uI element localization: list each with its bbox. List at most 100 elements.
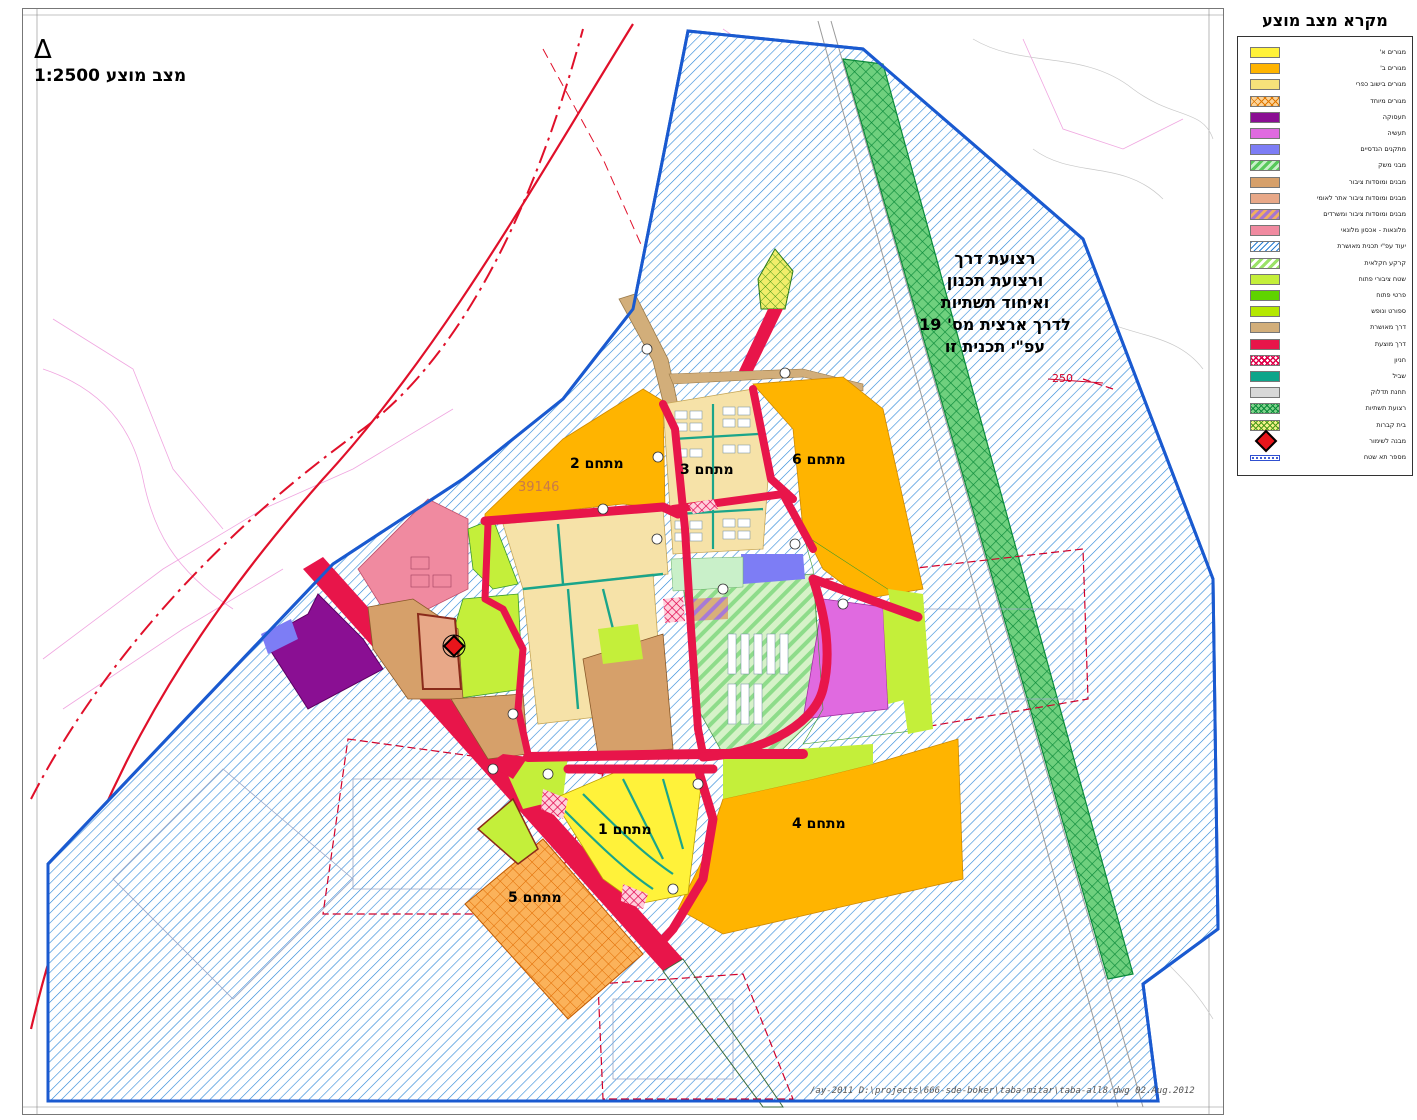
legend-swatch: [1250, 111, 1280, 123]
area-3-label: מתחם 3: [680, 462, 734, 478]
legend-swatch: [1250, 436, 1280, 447]
legend-swatch: [1250, 128, 1280, 139]
legend-swatch: [1250, 387, 1280, 399]
legend-label: מבנים ומוסדות ציבור: [1349, 177, 1406, 186]
legend-swatch: [1250, 322, 1280, 334]
legend-swatch: [1250, 455, 1280, 461]
road-marker-label: 250: [1052, 372, 1073, 385]
legend-swatch: [1250, 209, 1280, 220]
legend-title: מקרא מצב מוצע: [1262, 11, 1388, 30]
road-note-line: עפ"י תכנית זו: [944, 337, 1046, 356]
legend-swatch: [1250, 160, 1280, 172]
map-frame[interactable]: [22, 8, 1224, 1115]
legend-item: מספר תא שטח: [1238, 450, 1412, 466]
legend-label: פרטי פתוח: [1376, 291, 1406, 299]
area-4-label: מתחם 4: [792, 816, 846, 832]
area-5-label: מתחם 5: [508, 890, 562, 906]
map-canvas[interactable]: [23, 9, 1223, 1114]
legend-swatch: [1250, 257, 1280, 269]
road-note-line: ואיחוד תשתיות: [940, 293, 1050, 312]
legend-swatch: [1250, 225, 1280, 237]
legend-label: תעשיה: [1387, 129, 1406, 137]
legend-item: ספורט ונופש: [1238, 304, 1412, 320]
legend-item: רצועת תשתיות: [1238, 401, 1412, 417]
drawing-file-path: /ay-2011 D:\projects\666-sde-boker\taba-…: [810, 1086, 1195, 1096]
legend-swatch: [1250, 176, 1280, 188]
legend-swatch: [1250, 47, 1280, 58]
road-note-line: לדרך ארצית מס' 19: [919, 315, 1071, 334]
legend-label: קרקע חקלאית: [1364, 258, 1406, 267]
legend-label: מגורים בישוב כפרי: [1355, 80, 1406, 89]
open-space-central: [598, 624, 643, 664]
legend-item: מבנים ומוסדות ציבור ומשרדים: [1238, 207, 1412, 223]
legend-label: בית קברות: [1376, 420, 1406, 429]
agricultural-strip: [670, 556, 744, 592]
north-arrow-icon: Δ: [34, 35, 52, 65]
legend-item: שטח ציבורי פתוח: [1238, 272, 1412, 288]
legend-label: מגורים א': [1379, 48, 1407, 56]
legend-item: מגורים ב': [1238, 61, 1412, 77]
area-2-label: מתחם 2: [570, 456, 624, 472]
legend-item: מבני משק: [1238, 158, 1412, 174]
legend-swatch: [1250, 144, 1280, 156]
legend-label: יעוד עפ"י תכנית מאושרת: [1337, 242, 1406, 251]
legend-item: מגורים בישוב כפרי: [1238, 77, 1412, 93]
legend-label: מגורים ב': [1380, 64, 1406, 73]
legend-swatch: [1250, 290, 1280, 301]
legend-item: תחנת תדלוק: [1238, 385, 1412, 401]
legend-panel: מקרא מצב מוצע מגורים א' מגורים ב' מגורים ב…: [1237, 8, 1413, 476]
legend-item: דרך מוצעת: [1238, 337, 1412, 353]
legend-item: תעסוקה: [1238, 110, 1412, 126]
legend-swatch: [1250, 273, 1280, 285]
area-1-label: מתחם 1: [598, 822, 652, 838]
legend-item: מבנים ומוסדות ציבור: [1238, 175, 1412, 191]
legend-item: שביל: [1238, 369, 1412, 385]
legend-label: מתקנים הנדסיים: [1360, 145, 1406, 154]
legend-label: תעסוקה: [1382, 112, 1406, 121]
legend-swatch: [1250, 371, 1280, 382]
parking-area-4: [663, 597, 685, 623]
legend-label: דרך מוצעת: [1374, 339, 1406, 348]
legend-label: מבני משק: [1378, 161, 1406, 170]
legend-swatch: [1250, 306, 1280, 318]
legend-label: שטח ציבורי פתוח: [1358, 274, 1406, 283]
legend-label: שביל: [1392, 372, 1406, 380]
area-6-label: מתחם 6: [792, 452, 846, 468]
legend-label: דרך מאושרת: [1370, 323, 1406, 332]
legend-label: מלונאות - אכסון מלונאי: [1340, 226, 1406, 235]
hotel-zone[interactable]: [357, 498, 469, 610]
legend-label: מספר תא שטח: [1363, 453, 1406, 461]
legend-label: מבנים ומוסדות ציבור אתר לאומי: [1316, 193, 1406, 202]
parcel-number: 39146: [518, 480, 560, 495]
legend-item: מבנים ומוסדות ציבור אתר לאומי: [1238, 191, 1412, 207]
map-title: מצב מוצע 1:2500: [34, 66, 187, 86]
road-note-line: ורצועת תכנון: [946, 271, 1044, 290]
engineering-facility[interactable]: [741, 554, 805, 584]
legend-label: מבנים ומוסדות ציבור ומשרדים: [1323, 210, 1406, 218]
legend-item: מגורים א': [1238, 45, 1412, 61]
legend-item: מגורים מיוחד: [1238, 94, 1412, 110]
legend-item: מתקנים הנדסיים: [1238, 142, 1412, 158]
legend-swatch: [1250, 79, 1280, 91]
legend-item: חניון: [1238, 353, 1412, 369]
legend-item: קרקע חקלאית: [1238, 256, 1412, 272]
legend-swatch: [1250, 192, 1280, 204]
legend-label: ספורט ונופש: [1371, 307, 1406, 316]
legend-swatch: [1250, 354, 1280, 366]
legend-label: מבנה לשימור: [1369, 436, 1406, 445]
legend-item: יעוד עפ"י תכנית מאושרת: [1238, 239, 1412, 255]
legend-label: מגורים מיוחד: [1370, 96, 1406, 105]
legend-item: פרטי פתוח: [1238, 288, 1412, 304]
legend-item: מבנה לשימור: [1238, 434, 1412, 450]
legend-swatch: [1250, 95, 1280, 107]
legend-swatch: [1250, 63, 1280, 75]
legend-item: דרך מאושרת: [1238, 320, 1412, 336]
legend-swatch: [1250, 338, 1280, 350]
legend-swatch: [1250, 241, 1280, 253]
legend-item: מלונאות - אכסון מלונאי: [1238, 223, 1412, 239]
road-note-line: רצועת דרך: [954, 249, 1036, 268]
legend-swatch: [1250, 403, 1280, 415]
legend-item: תעשיה: [1238, 126, 1412, 142]
legend-box: מגורים א' מגורים ב' מגורים בישוב כפרי מגורי…: [1237, 36, 1413, 476]
legend-label: תחנת תדלוק: [1370, 388, 1406, 397]
